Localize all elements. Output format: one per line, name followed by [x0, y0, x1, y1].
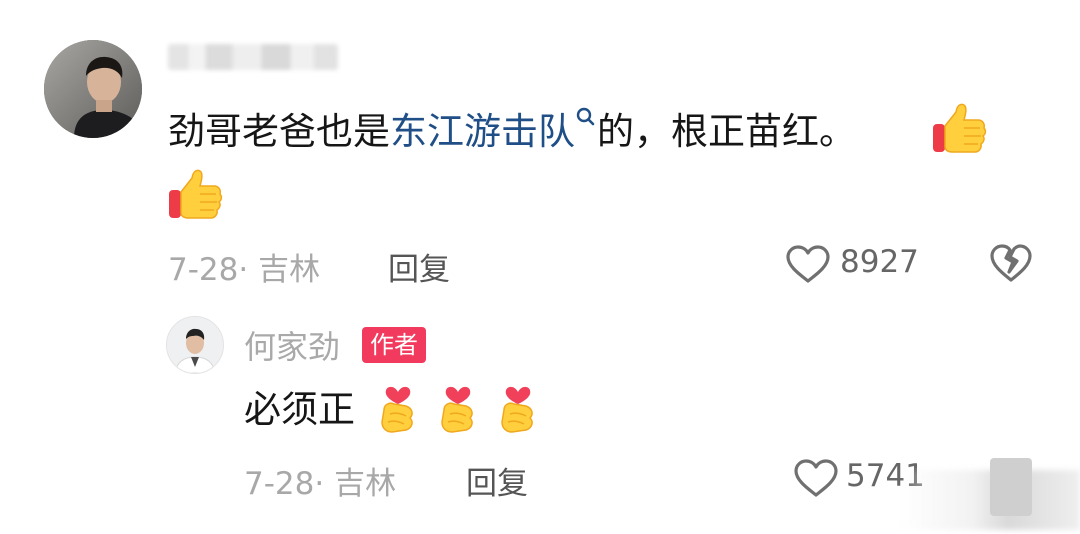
author-name[interactable]: 何家劲	[244, 322, 340, 368]
reply-button[interactable]: 回复	[466, 458, 528, 503]
author-avatar-image	[167, 317, 223, 373]
comment-text: 劲哥老爸也是东江游击队 的，根正苗红。	[168, 100, 856, 164]
thumbs-up-emoji	[930, 100, 988, 158]
author-avatar[interactable]	[166, 316, 224, 374]
commenter-avatar[interactable]	[44, 40, 142, 138]
heart-outline-icon[interactable]	[792, 457, 840, 499]
like-count: 8927	[840, 244, 919, 280]
search-icon[interactable]	[575, 106, 597, 136]
finger-heart-emoji	[501, 386, 533, 433]
watermark-block	[990, 458, 1032, 516]
avatar-image	[44, 40, 142, 138]
finger-heart-emoji	[441, 386, 473, 433]
reply-button[interactable]: 回复	[388, 244, 450, 289]
author-badge: 作者	[362, 327, 426, 363]
search-link[interactable]: 东江游击队	[390, 110, 575, 153]
dislike-broken-heart-icon[interactable]	[988, 242, 1034, 284]
comment-text-after: 的，根正苗红。	[597, 110, 856, 153]
commenter-name-blurred	[168, 44, 338, 70]
reply-text: 必须正	[244, 382, 355, 438]
reply-date-location: 7-28· 吉林	[244, 466, 397, 502]
comment-date-location: 7-28· 吉林	[168, 252, 321, 288]
comment-text-before: 劲哥老爸也是	[168, 110, 390, 153]
thumbs-up-emoji	[166, 166, 224, 224]
heart-outline-icon[interactable]	[784, 243, 832, 285]
finger-heart-emoji	[381, 386, 413, 433]
reply-text-content: 必须正	[244, 388, 355, 431]
